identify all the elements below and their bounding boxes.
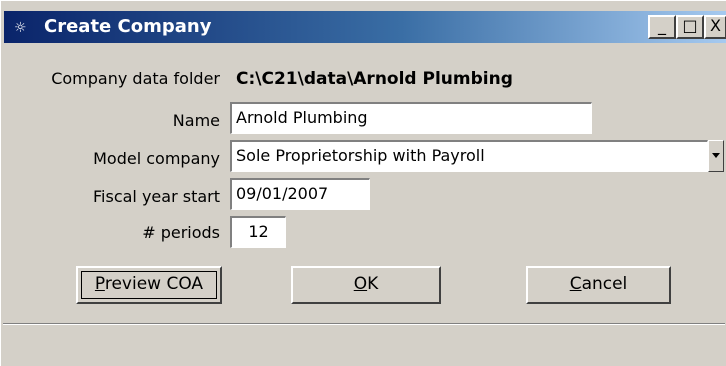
status-bar bbox=[3, 326, 725, 364]
chevron-down-icon bbox=[712, 153, 720, 158]
fiscal-year-start-input[interactable]: 09/01/2007 bbox=[230, 178, 370, 210]
close-icon: X bbox=[710, 16, 721, 35]
minimize-button[interactable]: _ bbox=[648, 15, 676, 39]
title-bar[interactable]: ☼ Create Company _ □ X bbox=[4, 11, 726, 43]
cancel-label-rest: ancel bbox=[581, 274, 628, 294]
cancel-button[interactable]: Cancel bbox=[526, 266, 671, 304]
preview-label-rest: review COA bbox=[104, 274, 204, 294]
ok-button[interactable]: OK bbox=[291, 266, 441, 304]
periods-input[interactable]: 12 bbox=[230, 216, 286, 248]
model-company-dropdown-button[interactable] bbox=[708, 140, 724, 172]
ok-mnemonic: O bbox=[353, 274, 368, 294]
maximize-button[interactable]: □ bbox=[676, 15, 704, 39]
ok-label-rest: K bbox=[367, 274, 379, 294]
preview-mnemonic: P bbox=[94, 274, 105, 294]
company-data-folder-value: C:\C21\data\Arnold Plumbing bbox=[236, 69, 513, 89]
preview-coa-button[interactable]: Preview COA bbox=[76, 266, 222, 304]
maximize-icon: □ bbox=[682, 16, 698, 35]
cancel-mnemonic: C bbox=[569, 274, 582, 294]
name-input[interactable]: Arnold Plumbing bbox=[230, 102, 592, 134]
fiscal-year-start-label: Fiscal year start bbox=[93, 187, 220, 206]
sage-app-icon: ☼ bbox=[14, 20, 27, 36]
window-title: Create Company bbox=[44, 16, 212, 37]
model-company-select[interactable]: Sole Proprietorship with Payroll bbox=[230, 140, 708, 172]
create-company-dialog: ☼ Create Company _ □ X Company data fold… bbox=[0, 0, 726, 366]
name-label: Name bbox=[172, 111, 220, 130]
close-button[interactable]: X bbox=[704, 15, 726, 39]
periods-label: # periods bbox=[142, 223, 220, 242]
company-data-folder-label: Company data folder bbox=[51, 69, 220, 88]
model-company-label: Model company bbox=[93, 149, 220, 168]
minimize-icon: _ bbox=[658, 16, 666, 35]
status-divider bbox=[3, 323, 725, 325]
